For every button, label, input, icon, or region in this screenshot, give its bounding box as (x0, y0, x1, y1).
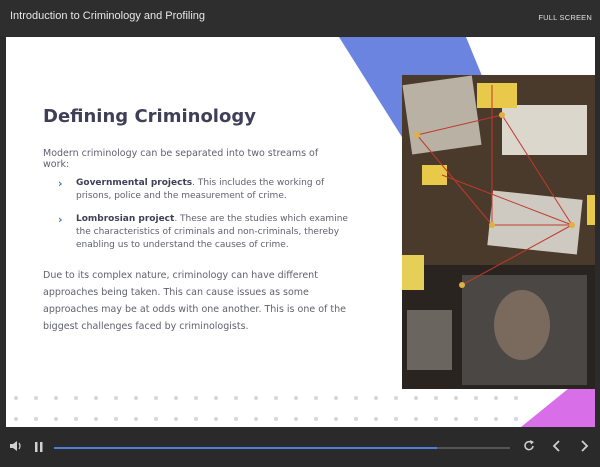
chevron-right-icon: › (58, 213, 63, 226)
evidence-board-image (402, 75, 595, 389)
prev-icon[interactable] (551, 439, 563, 456)
chevron-right-icon: › (58, 177, 63, 190)
decorative-dots (14, 396, 518, 421)
volume-icon[interactable] (9, 439, 23, 456)
slide-paragraph: Due to its complex nature, criminology c… (43, 270, 346, 332)
list-item: › Lombrosian project. These are the stud… (58, 213, 358, 252)
bullet-title: Lombrosian project (76, 214, 175, 224)
pause-icon[interactable] (33, 440, 45, 457)
slide-heading: Defining Criminology (43, 106, 256, 127)
fullscreen-button[interactable]: FULL SCREEN (538, 13, 592, 22)
replay-icon[interactable] (522, 439, 536, 456)
progress-fill (54, 447, 438, 449)
list-item: › Governmental projects. This includes t… (58, 177, 358, 203)
course-title: Introduction to Criminology and Profilin… (10, 10, 206, 22)
evidence-board-illustration (402, 75, 595, 389)
progress-bar[interactable] (54, 447, 510, 449)
top-bar: Introduction to Criminology and Profilin… (0, 0, 600, 36)
slide: Defining Criminology Modern criminology … (6, 37, 595, 427)
player-controls (0, 428, 600, 467)
bullet-title: Governmental projects (76, 178, 193, 188)
bullet-list: › Governmental projects. This includes t… (58, 177, 358, 262)
slide-intro: Modern criminology can be separated into… (43, 148, 319, 170)
next-icon[interactable] (578, 439, 590, 456)
